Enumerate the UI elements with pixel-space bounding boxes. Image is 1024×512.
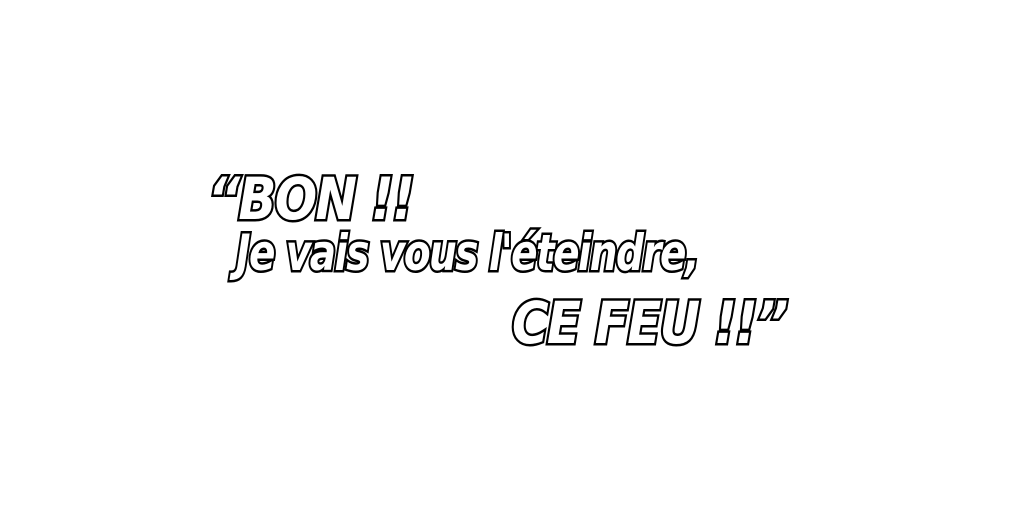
speech-panel: “BON !! Je vais vous l'éteindre, CE FEU … (0, 0, 1024, 512)
speech-line-3: CE FEU !!” (510, 289, 791, 357)
speech-line-2: Je vais vous l'éteindre, (234, 224, 702, 282)
speech-line-1: “BON !! (206, 165, 417, 233)
